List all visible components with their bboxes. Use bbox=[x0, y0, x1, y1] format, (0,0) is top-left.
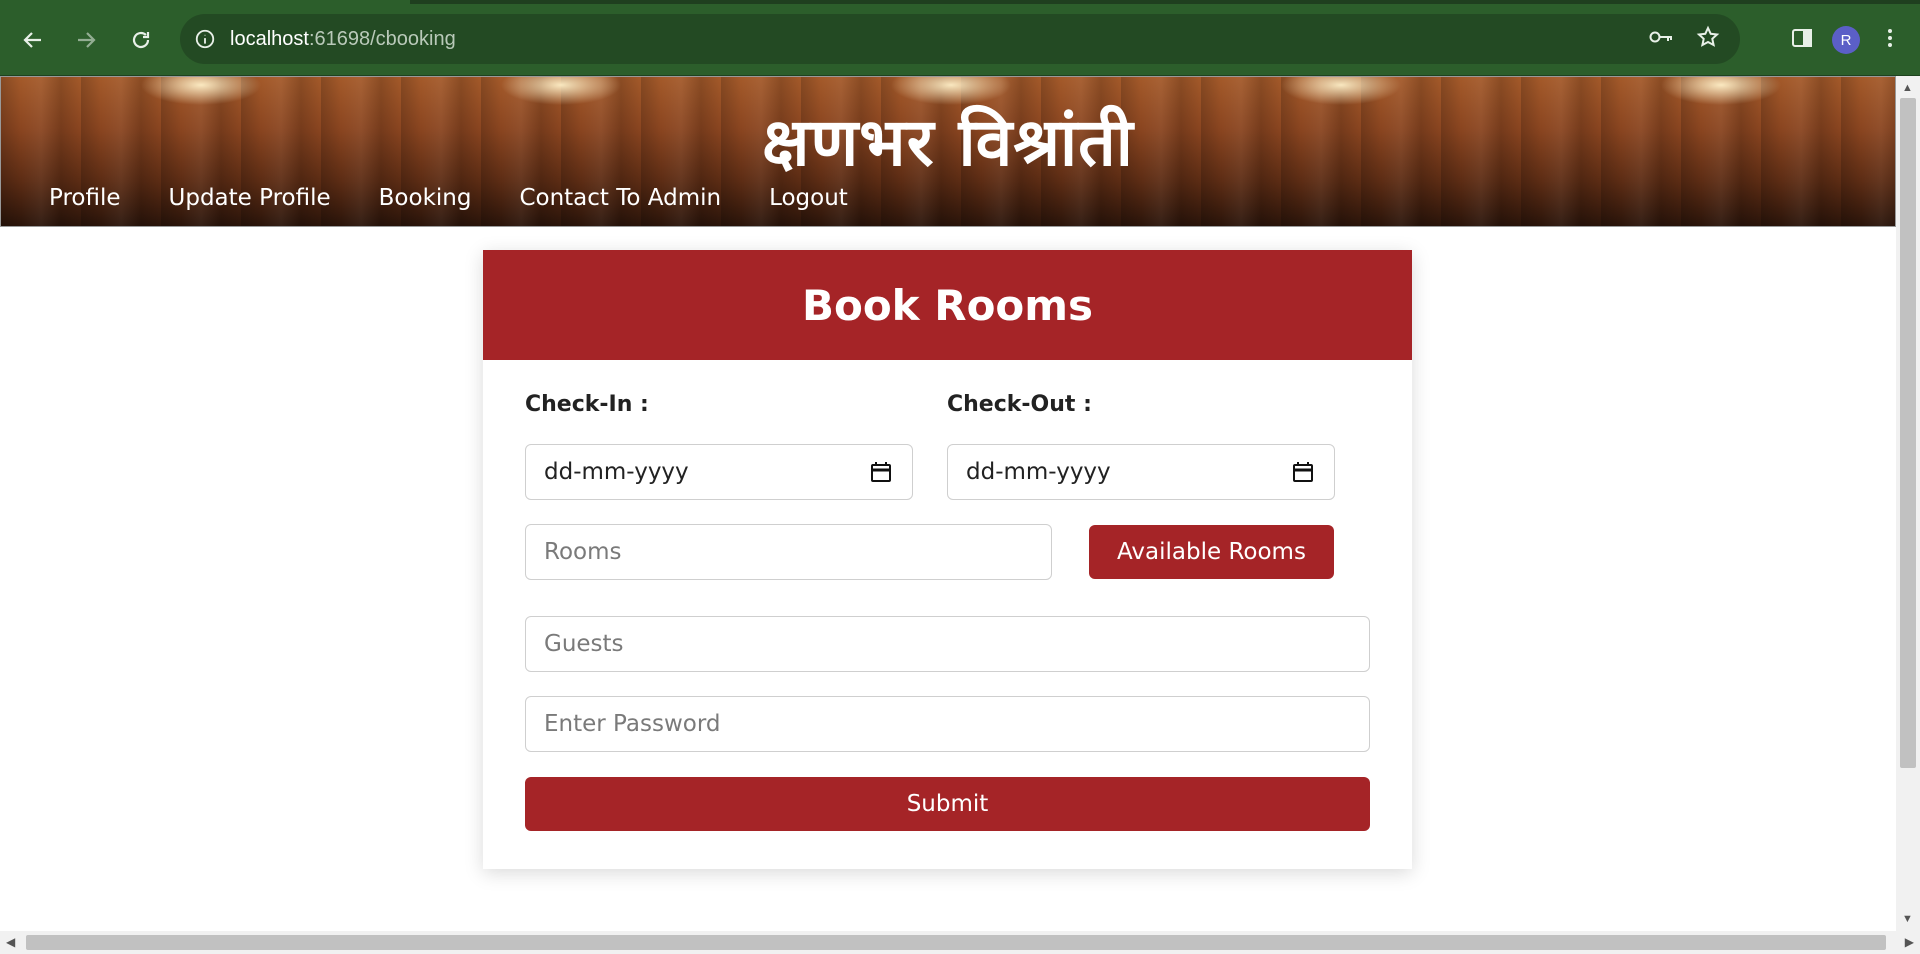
forward-button[interactable] bbox=[66, 20, 106, 60]
checkin-date-input[interactable]: dd-mm-yyyy bbox=[525, 444, 913, 500]
scroll-right-icon[interactable]: ▶ bbox=[1905, 935, 1914, 949]
address-bar[interactable]: localhost:61698/cbooking bbox=[180, 14, 1740, 64]
submit-button[interactable]: Submit bbox=[525, 777, 1370, 831]
main-nav: Profile Update Profile Booking Contact T… bbox=[49, 185, 848, 211]
star-icon[interactable] bbox=[1696, 25, 1720, 54]
card-header: Book Rooms bbox=[483, 250, 1412, 360]
vertical-scrollbar[interactable]: ▲ ▼ bbox=[1896, 76, 1920, 931]
guests-input[interactable] bbox=[544, 617, 1369, 671]
menu-kebab-icon[interactable] bbox=[1878, 26, 1902, 55]
scroll-left-icon[interactable]: ◀ bbox=[6, 935, 15, 949]
url-path: :61698/cbooking bbox=[308, 27, 456, 50]
nav-update-profile[interactable]: Update Profile bbox=[169, 185, 331, 211]
nav-profile[interactable]: Profile bbox=[49, 185, 121, 211]
booking-card: Book Rooms Check-In : Check-Out : dd-mm-… bbox=[483, 250, 1412, 869]
url-text[interactable]: localhost:61698/cbooking bbox=[230, 28, 456, 51]
horizontal-scroll-thumb[interactable] bbox=[26, 935, 1886, 950]
rooms-input[interactable] bbox=[544, 525, 1051, 579]
guests-field[interactable] bbox=[525, 616, 1370, 672]
tabstrip-edge bbox=[770, 0, 1920, 4]
scroll-up-icon[interactable]: ▲ bbox=[1902, 82, 1913, 94]
scroll-down-icon[interactable]: ▼ bbox=[1902, 913, 1913, 925]
site-info-icon[interactable] bbox=[180, 28, 230, 50]
reload-icon bbox=[132, 31, 150, 49]
site-title: क्षणभर विश्रांती bbox=[762, 104, 1134, 181]
checkin-date-value: dd-mm-yyyy bbox=[544, 459, 689, 485]
nav-booking[interactable]: Booking bbox=[379, 185, 472, 211]
nav-contact-admin[interactable]: Contact To Admin bbox=[519, 185, 721, 211]
profile-avatar[interactable]: R bbox=[1832, 26, 1860, 54]
available-rooms-button[interactable]: Available Rooms bbox=[1089, 525, 1334, 579]
site-header: क्षणभर विश्रांती Profile Update Profile … bbox=[0, 76, 1896, 227]
back-button[interactable] bbox=[13, 20, 53, 60]
key-icon[interactable] bbox=[1648, 26, 1674, 53]
nav-logout[interactable]: Logout bbox=[769, 185, 848, 211]
arrow-right-icon bbox=[78, 32, 96, 48]
url-host: localhost bbox=[230, 27, 309, 50]
password-input[interactable] bbox=[544, 697, 1369, 751]
card-title: Book Rooms bbox=[801, 280, 1094, 330]
side-panel-icon[interactable] bbox=[1790, 26, 1814, 55]
browser-toolbar: localhost:61698/cbooking R bbox=[0, 0, 1920, 76]
page-viewport: क्षणभर विश्रांती Profile Update Profile … bbox=[0, 76, 1896, 931]
password-field[interactable] bbox=[525, 696, 1370, 752]
rooms-field[interactable] bbox=[525, 524, 1052, 580]
checkout-label: Check-Out : bbox=[947, 392, 1092, 417]
tabstrip-edge bbox=[410, 0, 770, 4]
calendar-icon[interactable] bbox=[870, 461, 892, 483]
checkin-label: Check-In : bbox=[525, 392, 649, 417]
checkout-date-value: dd-mm-yyyy bbox=[966, 459, 1111, 485]
horizontal-scrollbar[interactable]: ◀ ▶ bbox=[0, 931, 1920, 954]
calendar-icon[interactable] bbox=[1292, 461, 1314, 483]
reload-button[interactable] bbox=[121, 20, 161, 60]
vertical-scroll-thumb[interactable] bbox=[1900, 98, 1916, 768]
arrow-left-icon bbox=[23, 32, 41, 48]
checkout-date-input[interactable]: dd-mm-yyyy bbox=[947, 444, 1335, 500]
